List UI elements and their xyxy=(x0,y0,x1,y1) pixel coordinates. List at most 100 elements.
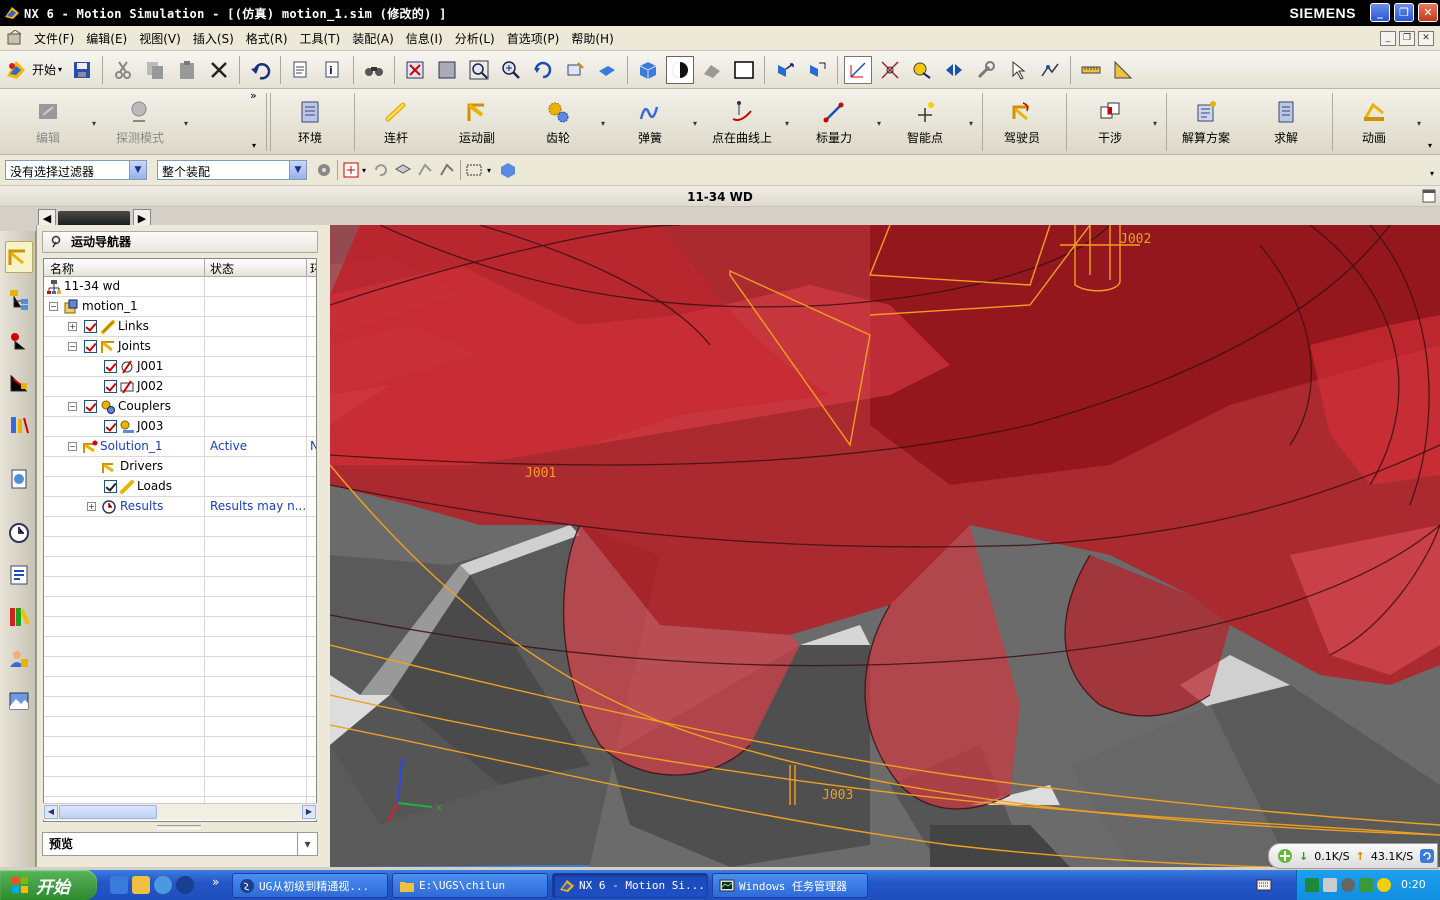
tree-row-motion[interactable]: − motion_1 xyxy=(44,297,316,317)
preview-panel-header[interactable]: 预览 ▾ xyxy=(42,832,318,856)
restore-button[interactable]: ❐ xyxy=(1394,3,1414,22)
tools-button[interactable] xyxy=(972,56,1000,84)
nx-menu-icon[interactable] xyxy=(6,30,24,46)
system-scenes-tab[interactable] xyxy=(5,685,33,717)
motion-navigator-tab[interactable] xyxy=(5,241,33,273)
doc-minimize-button[interactable]: _ xyxy=(1380,31,1396,46)
menu-view[interactable]: 视图(V) xyxy=(133,30,187,47)
solution-tool[interactable]: 解算方案 xyxy=(1178,89,1234,155)
dimension-button[interactable] xyxy=(908,56,936,84)
tree-row-links[interactable]: + Links xyxy=(44,317,316,337)
fit-button[interactable] xyxy=(401,56,429,84)
rotate-button[interactable] xyxy=(529,56,557,84)
chevron-down-icon[interactable]: ▾ xyxy=(877,119,881,128)
collapse-icon[interactable]: − xyxy=(68,342,77,351)
sketch-button[interactable] xyxy=(876,56,904,84)
interference-tool[interactable]: 干涉 xyxy=(1090,89,1130,155)
network-monitor[interactable]: ↓ 0.1K/S ↑ 43.1K/S xyxy=(1268,843,1438,869)
column-divider[interactable] xyxy=(306,259,307,277)
menu-analysis[interactable]: 分析(L) xyxy=(449,30,501,47)
expand-icon[interactable]: + xyxy=(68,322,77,331)
quicklaunch-folder-icon[interactable] xyxy=(132,876,150,894)
smart-point-tool[interactable]: 智能点 xyxy=(902,89,948,155)
chevron-down-icon[interactable]: ▼ xyxy=(129,161,146,179)
measure-angle-button[interactable] xyxy=(1109,56,1137,84)
edit-tool[interactable]: 编辑 xyxy=(28,89,68,155)
taskbar-task-video[interactable]: UG从初级到精通视... xyxy=(232,873,388,898)
tree-row-solution[interactable]: − Solution_1 Active N xyxy=(44,437,316,457)
column-divider[interactable] xyxy=(204,259,205,277)
graphics-viewport[interactable]: J001 J002 J003 Z X xyxy=(330,225,1440,867)
horizontal-scrollbar[interactable]: ◀ ▶ xyxy=(43,803,317,820)
chevron-down-icon[interactable]: ▾ xyxy=(969,119,973,128)
collapse-icon[interactable]: − xyxy=(68,442,77,451)
chevron-down-icon[interactable]: ▼ xyxy=(289,161,306,179)
chevron-down-icon[interactable]: ▾ xyxy=(297,833,317,855)
menu-help[interactable]: 帮助(H) xyxy=(565,30,619,47)
solve-tool[interactable]: 求解 xyxy=(1266,89,1306,155)
minimize-button[interactable]: _ xyxy=(1370,3,1390,22)
expand-icon[interactable]: + xyxy=(87,502,96,511)
zoom-button[interactable] xyxy=(465,56,493,84)
motion-toggle-button[interactable] xyxy=(940,56,968,84)
column-header-name[interactable]: 名称 xyxy=(50,260,74,277)
delete-button[interactable] xyxy=(205,56,233,84)
quicklaunch-ie-icon[interactable] xyxy=(154,876,172,894)
chevron-down-icon[interactable]: ▾ xyxy=(362,166,366,175)
column-header-extra[interactable]: 环 xyxy=(310,260,316,277)
palette-tab[interactable] xyxy=(5,601,33,633)
tray-monitor-icon[interactable] xyxy=(1305,878,1319,892)
menu-edit[interactable]: 编辑(E) xyxy=(80,30,133,47)
display-mode-button[interactable] xyxy=(666,55,695,84)
face-select-icon[interactable] xyxy=(438,161,456,179)
column-header-state[interactable]: 状态 xyxy=(210,260,234,277)
tray-keyboard-icon[interactable] xyxy=(1323,878,1337,892)
close-button[interactable]: ✕ xyxy=(1418,3,1438,22)
rectangle-select-icon[interactable] xyxy=(465,161,483,179)
cut-button[interactable] xyxy=(109,56,137,84)
scroll-left-button[interactable]: ◀ xyxy=(44,805,58,819)
chevron-down-icon[interactable]: ▾ xyxy=(252,141,256,150)
undo-select-icon[interactable] xyxy=(372,162,388,178)
roles-tab[interactable] xyxy=(5,643,33,675)
quicklaunch-overflow-icon[interactable]: » xyxy=(212,875,219,889)
web-browser-tab[interactable] xyxy=(5,463,33,495)
probe-tool[interactable]: 探测模式 xyxy=(110,89,170,155)
spring-tool[interactable]: 弹簧 xyxy=(630,89,670,155)
scalar-force-tool[interactable]: 标量力 xyxy=(812,89,856,155)
chevron-down-icon[interactable]: ▾ xyxy=(785,119,789,128)
move-component-button[interactable] xyxy=(771,56,799,84)
assembly-constraint-button[interactable] xyxy=(803,56,831,84)
menu-tools[interactable]: 工具(T) xyxy=(294,30,347,47)
menu-format[interactable]: 格式(R) xyxy=(240,30,294,47)
tree-row-root[interactable]: 11-34 wd xyxy=(44,277,316,297)
collapse-icon[interactable]: − xyxy=(49,302,58,311)
animation-tool[interactable]: 动画 xyxy=(1352,89,1396,155)
blue-cube-icon[interactable] xyxy=(499,161,517,179)
start-menu-button[interactable]: 开始 ▾ xyxy=(0,58,66,82)
save-button[interactable] xyxy=(68,56,96,84)
splitter-grip[interactable] xyxy=(157,825,201,829)
copy-button[interactable] xyxy=(141,56,169,84)
paste-button[interactable] xyxy=(173,56,201,84)
visibility-checkbox[interactable] xyxy=(104,420,117,433)
driver-tool[interactable]: 驾驶员 xyxy=(1000,89,1044,155)
chevron-down-icon[interactable]: ▾ xyxy=(487,166,491,175)
quicklaunch-app-icon[interactable] xyxy=(110,876,128,894)
visibility-checkbox[interactable] xyxy=(104,380,117,393)
type-filter-select[interactable]: 没有选择过滤器 ▼ xyxy=(5,160,147,180)
chevron-down-icon[interactable]: ▾ xyxy=(601,119,605,128)
chevron-down-icon[interactable]: ▾ xyxy=(1428,141,1432,150)
information-button[interactable]: i xyxy=(319,56,347,84)
tray-clock[interactable]: 0:20 xyxy=(1401,878,1426,891)
refresh-icon[interactable] xyxy=(1419,848,1435,864)
scroll-thumb[interactable] xyxy=(59,805,157,819)
copy-display-button[interactable] xyxy=(287,56,315,84)
tree-row-joints[interactable]: − Joints xyxy=(44,337,316,357)
select-all-icon[interactable] xyxy=(342,161,360,179)
doc-restore-button[interactable]: ❐ xyxy=(1399,31,1415,46)
menu-preferences[interactable]: 首选项(P) xyxy=(501,30,566,47)
chevron-down-icon[interactable]: ▾ xyxy=(1430,169,1434,178)
pan-button[interactable] xyxy=(561,56,589,84)
zoom-in-out-button[interactable] xyxy=(497,56,525,84)
